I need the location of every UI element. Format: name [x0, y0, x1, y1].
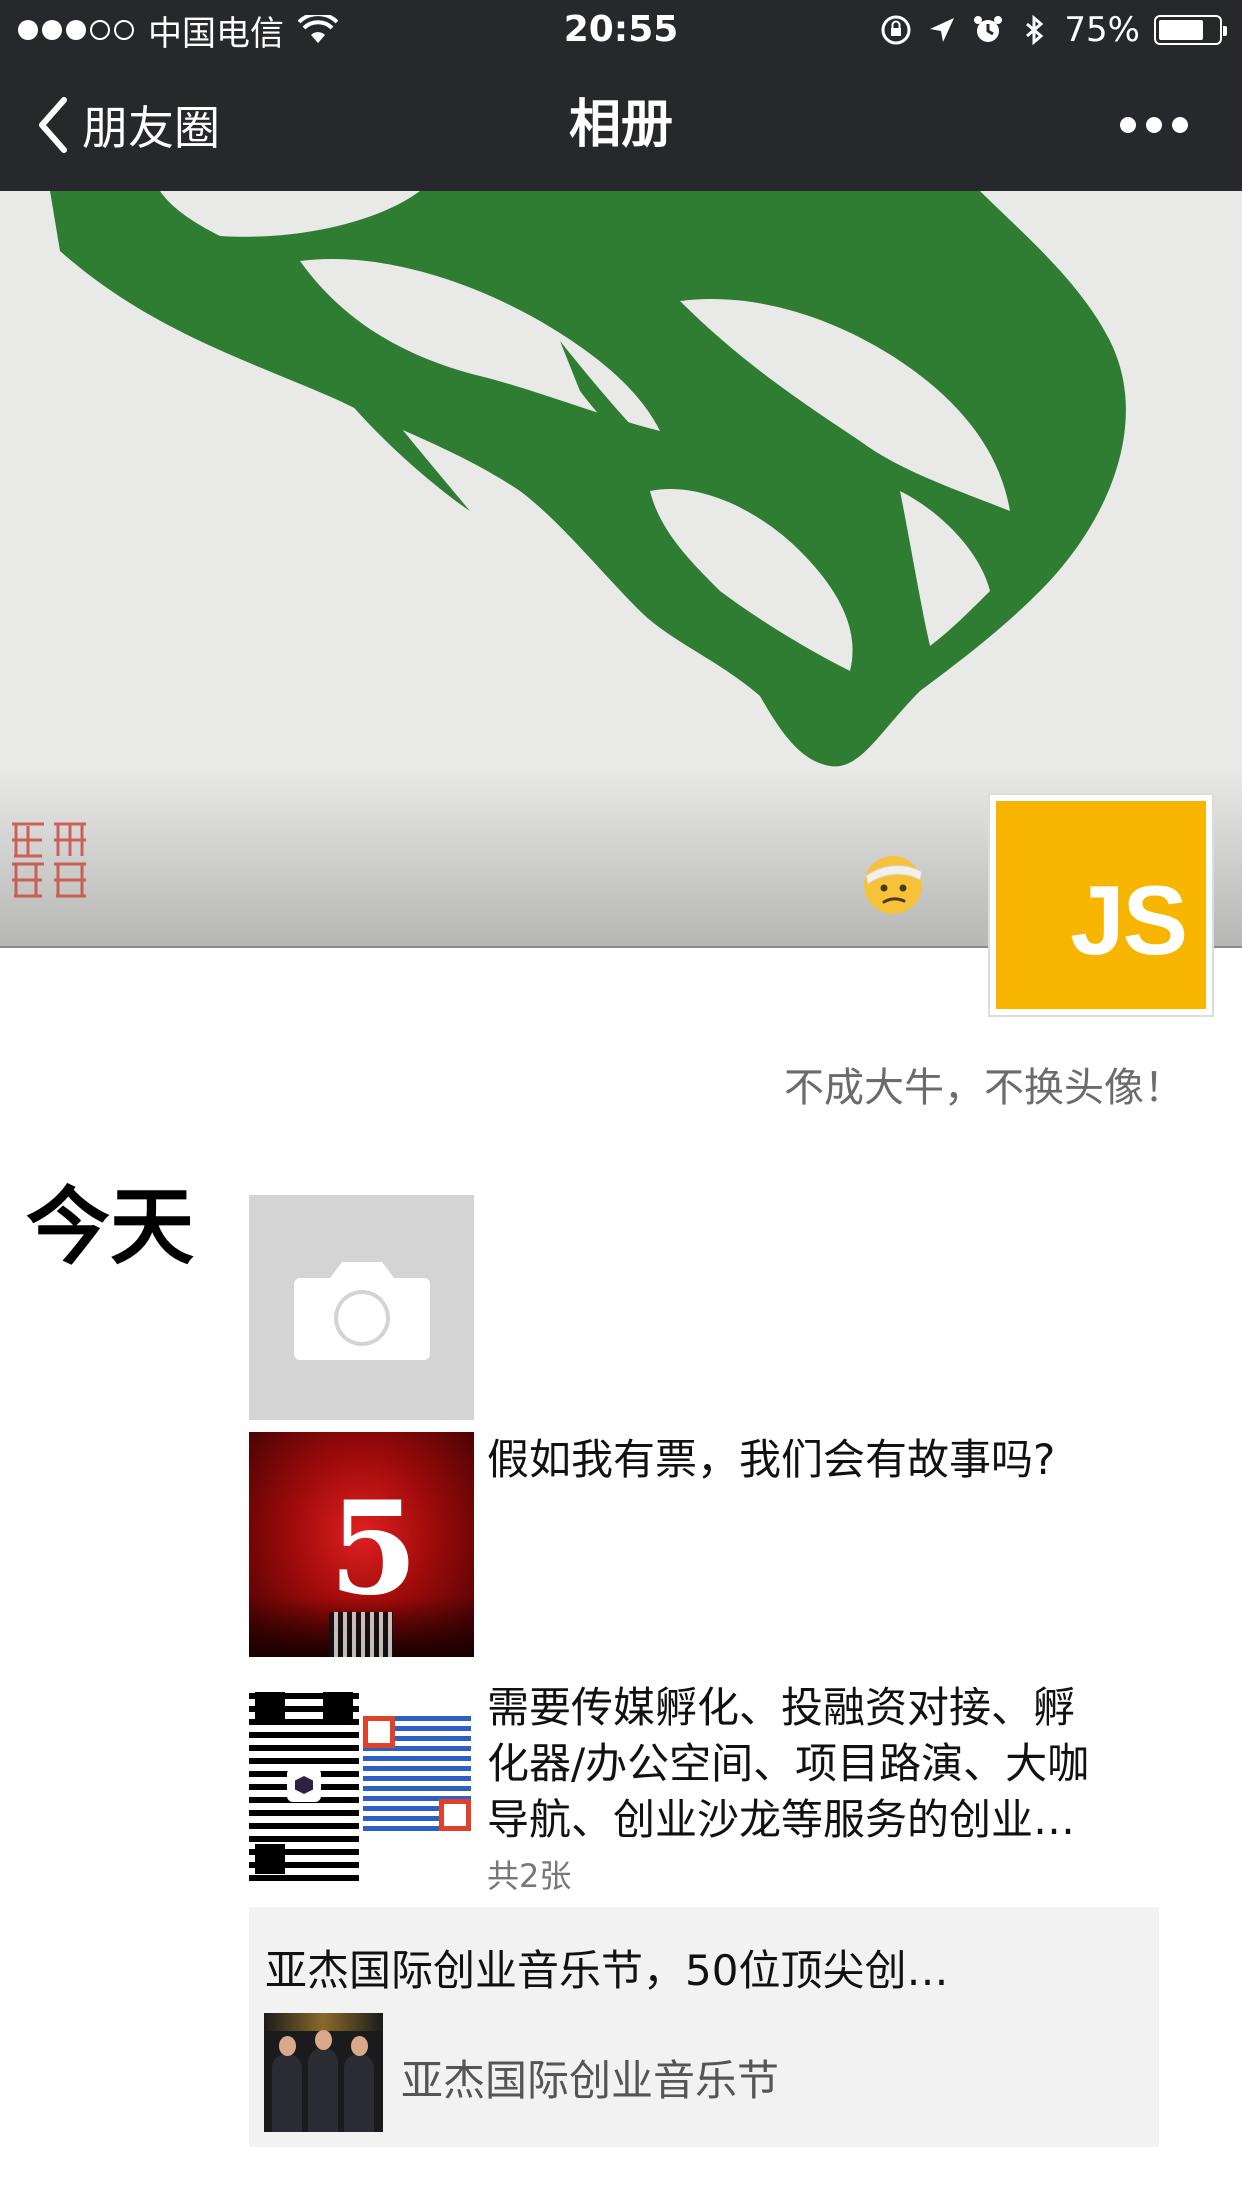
signal-dot: [90, 20, 110, 40]
hexagon-logo-icon: [287, 1768, 321, 1802]
carrier-name: 中国电信: [148, 13, 284, 54]
location-arrow-icon: [930, 18, 955, 42]
signal-dot: [18, 20, 38, 40]
bluetooth-icon: [1026, 14, 1044, 46]
back-button[interactable]: 朋友圈: [36, 90, 220, 160]
wifi-icon: [298, 15, 338, 43]
battery-level: [1159, 20, 1203, 40]
shared-article-title: 亚杰国际创业音乐节，50位顶尖创…: [265, 1946, 949, 1995]
injured-face-emoji-icon: [864, 856, 923, 914]
post-text: 假如我有票，我们会有故事吗?: [487, 1435, 1056, 1484]
battery-percent: 75%: [1064, 10, 1140, 50]
thumbnail-banner: [264, 2013, 383, 2031]
alarm-icon: [974, 16, 1003, 42]
blue-qr-code: [363, 1716, 471, 1831]
post-thumbnail: [249, 1686, 474, 1881]
qr-code-image: [249, 1686, 359, 1881]
more-dot: [1146, 117, 1162, 133]
profile-avatar[interactable]: JS: [988, 793, 1214, 1017]
profile-signature: 不成大牛，不换头像！: [784, 1065, 1184, 1111]
post-thumbnail: 5: [249, 1432, 474, 1657]
thumbnail-person: [344, 2036, 374, 2132]
qr-code-image: [359, 1686, 474, 1881]
timeline-post[interactable]: 需要传媒孵化、投融资对接、孵 化器/办公空间、项目路演、大咖 导航、创业沙龙等服…: [249, 1683, 1159, 1895]
chevron-left-icon: [39, 97, 67, 153]
battery-icon: [1154, 15, 1227, 45]
seal-stamp-icon: [12, 822, 86, 898]
status-right: 75%: [880, 8, 1227, 52]
post-text: 需要传媒孵化、投融资对接、孵 化器/办公空间、项目路演、大咖 导航、创业沙龙等服…: [487, 1680, 1159, 1848]
more-dot: [1120, 117, 1136, 133]
camera-icon: [293, 1261, 430, 1360]
shared-article-source: 亚杰国际创业音乐节: [401, 2056, 780, 2105]
signal-dot: [42, 20, 62, 40]
avatar-initials: JS: [1070, 865, 1188, 975]
new-post-camera-button[interactable]: [249, 1195, 474, 1420]
post-text-line: 导航、创业沙龙等服务的创业…: [487, 1795, 1076, 1844]
shared-article-thumbnail: [264, 2013, 383, 2132]
signal-dot: [114, 20, 134, 40]
avatar-image: JS: [996, 801, 1206, 1009]
concert-poster-image: 5: [249, 1432, 474, 1657]
back-label: 朋友圈: [82, 101, 220, 155]
shared-article-card[interactable]: 亚杰国际创业音乐节，50位顶尖创… 亚杰国际创业音乐节: [249, 1907, 1159, 2147]
signal-dot: [66, 20, 86, 40]
post-text-line: 化器/办公空间、项目路演、大咖: [487, 1739, 1090, 1788]
post-text-line: 需要传媒孵化、投融资对接、孵: [487, 1683, 1076, 1732]
more-button[interactable]: [1120, 110, 1188, 140]
day-label: 今天: [26, 1178, 195, 1276]
rotation-lock-icon: [881, 15, 911, 45]
timeline-post[interactable]: 5 假如我有票，我们会有故事吗?: [249, 1432, 1159, 1657]
status-bar: 中国电信 20:55 75%: [0, 0, 1242, 60]
more-dot: [1172, 117, 1188, 133]
poster-qr-code: [329, 1612, 393, 1657]
signal-carrier: 中国电信: [18, 8, 338, 54]
photo-count: 共2张: [487, 1857, 572, 1895]
thumbnail-person: [272, 2036, 302, 2132]
thumbnail-person: [308, 2030, 338, 2132]
navigation-bar: 朋友圈 相册: [0, 60, 1242, 191]
